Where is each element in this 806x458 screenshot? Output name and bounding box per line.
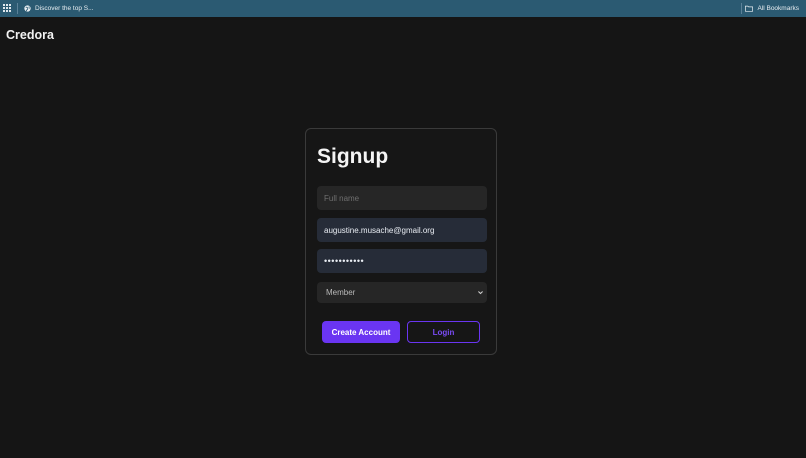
- login-button[interactable]: Login: [407, 321, 480, 343]
- app-brand[interactable]: Credora: [6, 28, 54, 42]
- folder-icon: [745, 5, 754, 12]
- bookmarks-divider: [17, 3, 18, 14]
- chevron-down-icon: [478, 291, 483, 295]
- all-bookmarks-button[interactable]: All Bookmarks: [745, 0, 799, 17]
- globe-icon: [24, 5, 31, 12]
- bookmark-title: Discover the top S...: [35, 5, 94, 12]
- bookmark-item[interactable]: Discover the top S...: [24, 0, 94, 17]
- apps-grid-icon[interactable]: [3, 4, 11, 12]
- bookmarks-bar: Discover the top S... All Bookmarks: [0, 0, 806, 17]
- bookmarks-divider-right: [741, 3, 742, 14]
- role-select[interactable]: Member: [317, 282, 487, 303]
- full-name-input[interactable]: [317, 186, 487, 210]
- signup-card: Signup Member Create Account Login: [305, 128, 497, 355]
- email-input[interactable]: [317, 218, 487, 242]
- all-bookmarks-label: All Bookmarks: [757, 5, 799, 12]
- role-select-value: Member: [326, 288, 356, 297]
- password-input[interactable]: [317, 249, 487, 273]
- create-account-button[interactable]: Create Account: [322, 321, 400, 343]
- page-title: Signup: [317, 145, 389, 168]
